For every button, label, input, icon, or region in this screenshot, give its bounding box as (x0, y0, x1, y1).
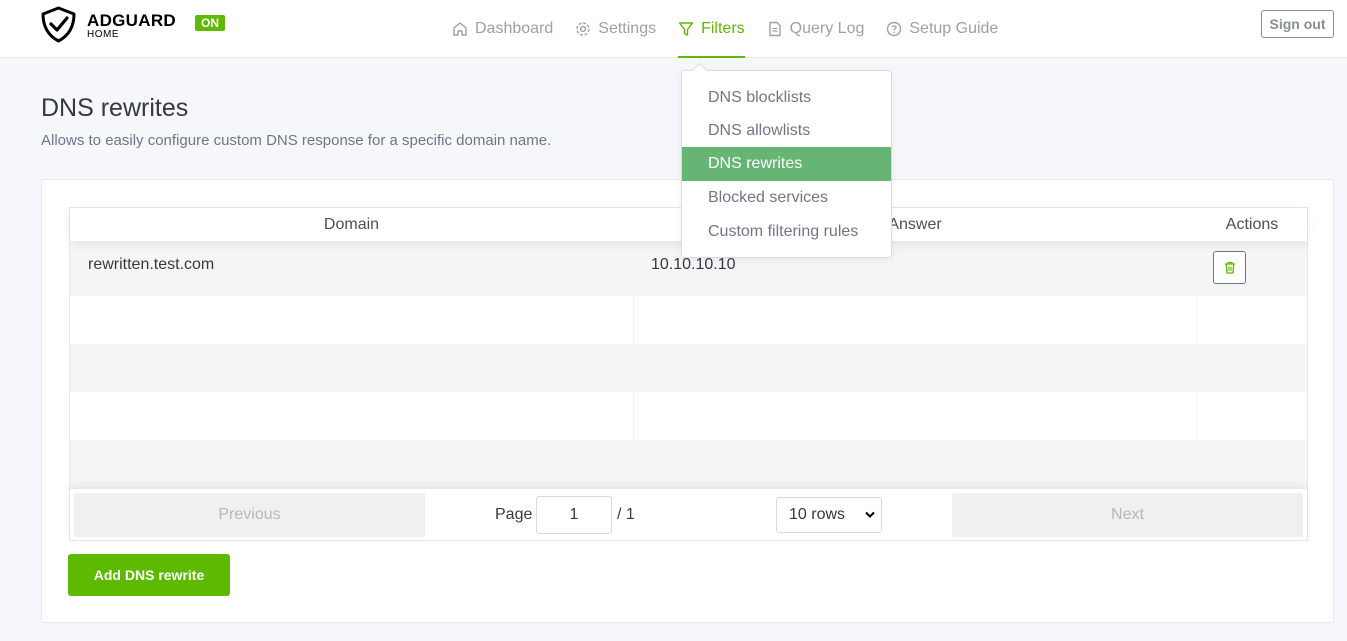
nav-filters[interactable]: Filters (678, 0, 745, 58)
nav-settings-label: Settings (598, 20, 657, 37)
pagination-bar: Previous Page / 1 10 rows Next (70, 488, 1307, 540)
delete-rewrite-button[interactable] (1213, 251, 1246, 284)
status-badge: ON (195, 15, 225, 31)
page-total: / 1 (617, 506, 635, 523)
nav-setup-guide[interactable]: Setup Guide (886, 0, 998, 58)
rows-per-page-value: 10 rows (789, 506, 846, 523)
column-header-domain[interactable]: Domain (70, 208, 633, 241)
filter-icon (678, 22, 694, 36)
sign-out-button[interactable]: Sign out (1261, 10, 1334, 38)
help-circle-icon (887, 21, 902, 37)
page-description: Allows to easily configure custom DNS re… (41, 132, 552, 149)
nav-filters-label: Filters (701, 20, 745, 37)
home-icon (453, 22, 467, 36)
next-page-button[interactable]: Next (952, 493, 1303, 537)
page-title: DNS rewrites (41, 94, 189, 122)
nav-dashboard-label: Dashboard (475, 20, 554, 37)
column-header-actions: Actions (1225, 216, 1279, 233)
table-row (70, 296, 1307, 344)
nav-dashboard[interactable]: Dashboard (452, 0, 553, 58)
nav-setup-guide-label: Setup Guide (909, 20, 999, 37)
top-header: ADGUARD HOME ON Dashboard Settings Filte… (0, 0, 1347, 58)
nav-query-log-label: Query Log (789, 20, 865, 37)
gear-icon (576, 22, 590, 36)
trash-icon (1224, 261, 1235, 274)
menu-item-blocked-services[interactable]: Blocked services (682, 181, 891, 215)
menu-item-dns-allowlists[interactable]: DNS allowlists (682, 114, 891, 148)
table-row (70, 344, 1307, 392)
nav-query-log[interactable]: Query Log (767, 0, 865, 58)
previous-page-button[interactable]: Previous (74, 493, 425, 537)
menu-item-custom-filtering-rules[interactable]: Custom filtering rules (682, 215, 891, 249)
menu-item-dns-blocklists[interactable]: DNS blocklists (682, 81, 891, 115)
main-nav: Dashboard Settings Filters Query Log Set… (452, 0, 1020, 58)
table-row (70, 440, 1307, 488)
add-dns-rewrite-button[interactable]: Add DNS rewrite (68, 554, 230, 596)
logo-name: ADGUARD (87, 11, 176, 30)
page-label: Page (495, 506, 533, 523)
logo-subtitle: HOME (87, 29, 119, 40)
domain-cell: rewritten.test.com (88, 256, 215, 273)
shield-check-icon (41, 6, 76, 43)
nav-settings[interactable]: Settings (575, 0, 656, 58)
rows-per-page-select[interactable]: 10 rows (776, 497, 882, 533)
page-number-input[interactable] (536, 496, 612, 534)
document-icon (768, 21, 781, 37)
menu-item-dns-rewrites[interactable]: DNS rewrites (682, 147, 891, 181)
filters-dropdown-menu: DNS blocklists DNS allowlists DNS rewrit… (681, 70, 892, 258)
table-row (70, 392, 1307, 440)
chevron-down-icon (865, 511, 875, 518)
adguard-logo[interactable]: ADGUARD HOME (40, 6, 200, 44)
